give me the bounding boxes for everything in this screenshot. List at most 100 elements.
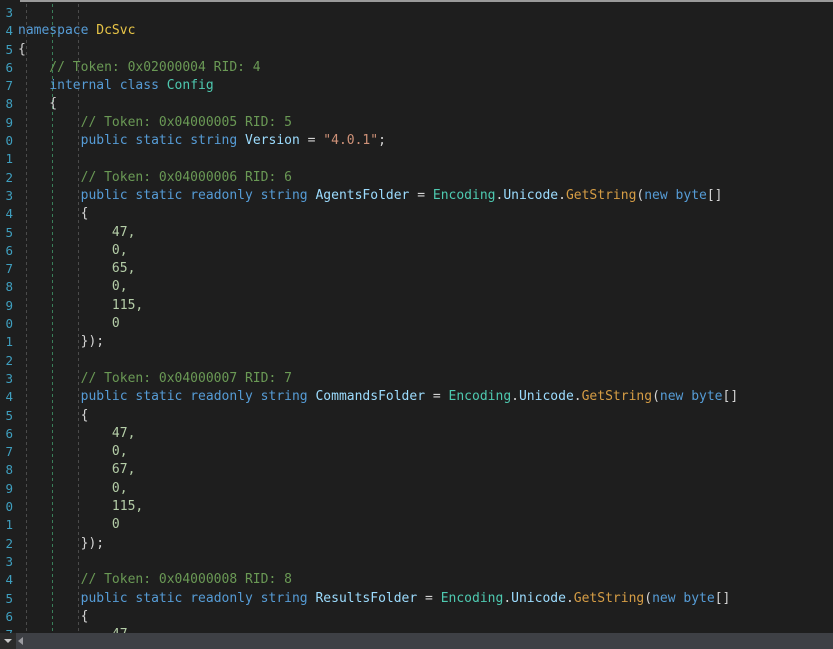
code-token bbox=[18, 78, 49, 93]
code-token: public bbox=[81, 188, 128, 203]
code-editor-window: 3456789012345678901234567890123456789012… bbox=[0, 0, 833, 649]
code-editor-viewport[interactable]: 3456789012345678901234567890123456789012… bbox=[0, 4, 833, 633]
code-token bbox=[18, 389, 81, 404]
code-line[interactable]: 0, bbox=[0, 480, 833, 498]
code-token: { bbox=[18, 96, 57, 111]
code-line[interactable] bbox=[0, 150, 833, 168]
code-token: ( bbox=[652, 389, 660, 404]
code-token: [] bbox=[707, 188, 723, 203]
code-token: public bbox=[81, 389, 128, 404]
code-line[interactable]: 0 bbox=[0, 516, 833, 534]
code-token: byte bbox=[691, 389, 722, 404]
code-line[interactable]: internal class Config bbox=[0, 77, 833, 95]
code-line[interactable]: 0, bbox=[0, 443, 833, 461]
code-line[interactable]: }); bbox=[0, 535, 833, 553]
code-token bbox=[112, 78, 120, 93]
code-token: DcSvc bbox=[96, 23, 135, 38]
code-token: Encoding bbox=[441, 591, 504, 606]
code-token: 0, bbox=[18, 279, 128, 294]
code-token: Version bbox=[245, 133, 300, 148]
code-token: = bbox=[300, 133, 323, 148]
code-token: readonly bbox=[190, 188, 253, 203]
horizontal-scrollbar[interactable] bbox=[0, 633, 833, 649]
code-token: GetString bbox=[574, 591, 644, 606]
code-token: { bbox=[18, 609, 88, 624]
code-token: ResultsFolder bbox=[315, 591, 417, 606]
code-line[interactable]: { bbox=[0, 407, 833, 425]
code-token: new bbox=[652, 591, 675, 606]
code-line[interactable]: // Token: 0x04000006 RID: 6 bbox=[0, 169, 833, 187]
code-token: // Token: 0x04000007 RID: 7 bbox=[18, 371, 292, 386]
code-line[interactable]: 115, bbox=[0, 297, 833, 315]
code-line[interactable]: public static readonly string CommandsFo… bbox=[0, 388, 833, 406]
code-token: string bbox=[261, 591, 308, 606]
code-token: "4.0.1" bbox=[323, 133, 378, 148]
code-token: . bbox=[503, 591, 511, 606]
code-token: // Token: 0x04000008 RID: 8 bbox=[18, 572, 292, 587]
code-token bbox=[159, 78, 167, 93]
code-content[interactable]: namespace DcSvc{ // Token: 0x02000004 RI… bbox=[0, 4, 833, 633]
code-token: 0, bbox=[18, 481, 128, 496]
code-token: 47, bbox=[18, 426, 135, 441]
code-line[interactable]: 115, bbox=[0, 498, 833, 516]
code-line[interactable]: 0 bbox=[0, 315, 833, 333]
code-token: internal bbox=[49, 78, 112, 93]
code-line[interactable]: 47, bbox=[0, 626, 833, 633]
code-token: 0 bbox=[18, 316, 120, 331]
code-line[interactable]: // Token: 0x04000005 RID: 5 bbox=[0, 114, 833, 132]
code-line[interactable]: 47, bbox=[0, 224, 833, 242]
code-line[interactable]: 0, bbox=[0, 242, 833, 260]
code-token: public bbox=[81, 591, 128, 606]
code-token: { bbox=[18, 206, 88, 221]
code-token: 115, bbox=[18, 298, 143, 313]
code-token: GetString bbox=[582, 389, 652, 404]
code-line[interactable]: public static string Version = "4.0.1"; bbox=[0, 132, 833, 150]
code-line[interactable]: { bbox=[0, 95, 833, 113]
code-line[interactable]: 47, bbox=[0, 425, 833, 443]
code-token: . bbox=[558, 188, 566, 203]
code-token: . bbox=[574, 389, 582, 404]
code-token bbox=[18, 133, 81, 148]
code-token: }); bbox=[18, 536, 104, 551]
code-token: readonly bbox=[190, 591, 253, 606]
code-line[interactable]: { bbox=[0, 41, 833, 59]
code-token: static bbox=[135, 591, 182, 606]
code-token: string bbox=[190, 133, 237, 148]
code-token: Encoding bbox=[433, 188, 496, 203]
code-line[interactable] bbox=[0, 352, 833, 370]
code-line[interactable]: namespace DcSvc bbox=[0, 22, 833, 40]
code-line[interactable]: 0, bbox=[0, 278, 833, 296]
code-token: }); bbox=[18, 334, 104, 349]
code-line[interactable]: // Token: 0x02000004 RID: 4 bbox=[0, 59, 833, 77]
code-line[interactable]: { bbox=[0, 205, 833, 223]
code-token: string bbox=[261, 389, 308, 404]
code-token: = bbox=[409, 188, 432, 203]
triangle-left-icon[interactable] bbox=[18, 637, 23, 645]
code-line[interactable]: // Token: 0x04000007 RID: 7 bbox=[0, 370, 833, 388]
code-token: 0, bbox=[18, 444, 128, 459]
code-token: AgentsFolder bbox=[315, 188, 409, 203]
code-token: // Token: 0x02000004 RID: 4 bbox=[18, 60, 261, 75]
code-token: 115, bbox=[18, 499, 143, 514]
code-token: static bbox=[135, 389, 182, 404]
code-token: CommandsFolder bbox=[315, 389, 425, 404]
code-token bbox=[253, 188, 261, 203]
code-line[interactable]: { bbox=[0, 608, 833, 626]
code-token: = bbox=[425, 389, 448, 404]
code-line[interactable]: 67, bbox=[0, 461, 833, 479]
code-token: ( bbox=[644, 591, 652, 606]
code-token: string bbox=[261, 188, 308, 203]
code-line[interactable]: }); bbox=[0, 333, 833, 351]
code-line[interactable]: 65, bbox=[0, 260, 833, 278]
horizontal-scrollbar-thumb[interactable] bbox=[16, 633, 833, 649]
horizontal-scrollbar-track[interactable] bbox=[16, 633, 833, 649]
code-line[interactable]: public static readonly string ResultsFol… bbox=[0, 590, 833, 608]
code-line[interactable]: public static readonly string AgentsFold… bbox=[0, 187, 833, 205]
code-line[interactable] bbox=[0, 4, 833, 22]
code-line[interactable] bbox=[0, 553, 833, 571]
code-token: { bbox=[18, 408, 88, 423]
code-token bbox=[18, 188, 81, 203]
code-line[interactable]: // Token: 0x04000008 RID: 8 bbox=[0, 571, 833, 589]
scroll-dropdown-button[interactable] bbox=[0, 633, 16, 649]
code-token: 67, bbox=[18, 462, 135, 477]
